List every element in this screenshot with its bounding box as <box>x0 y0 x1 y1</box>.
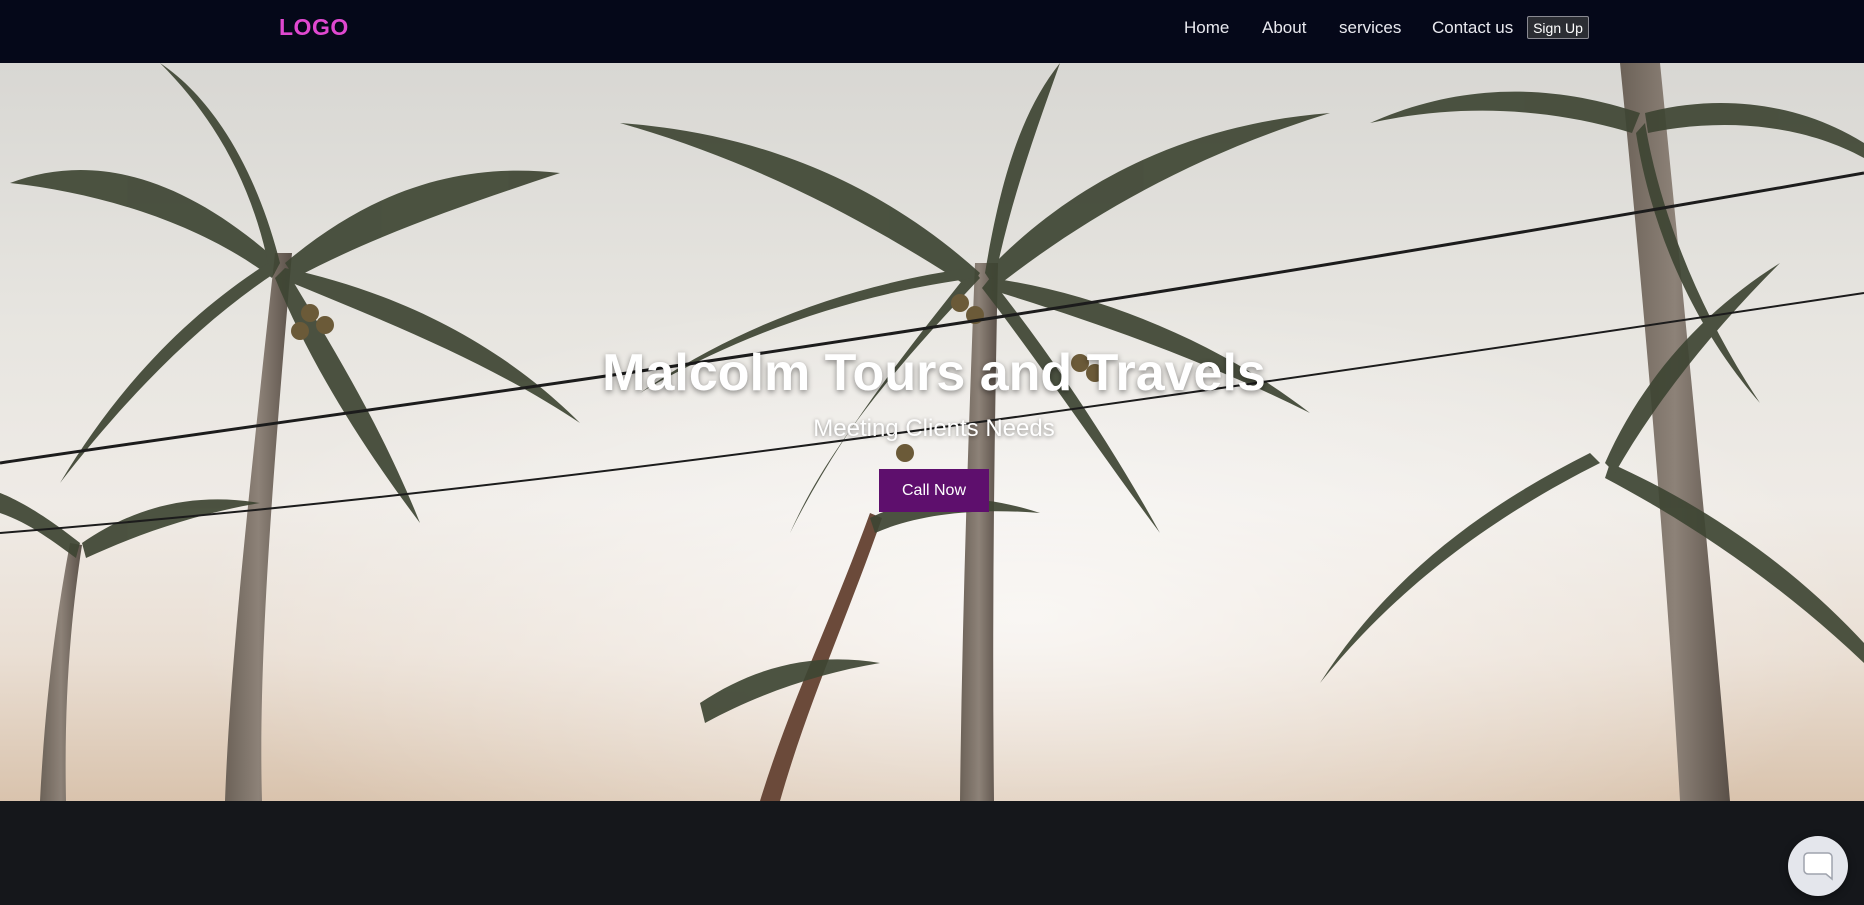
signup-button[interactable]: Sign Up <box>1527 16 1589 39</box>
nav-link-about[interactable]: About <box>1262 18 1306 38</box>
hero-title: Malcolm Tours and Travels <box>602 344 1266 402</box>
nav-link-home[interactable]: Home <box>1184 18 1229 38</box>
navbar: LOGO Home About services Contact us Sign… <box>0 0 1864 63</box>
bottom-section <box>0 801 1864 905</box>
nav-link-contact[interactable]: Contact us <box>1432 18 1513 38</box>
hero-section: Malcolm Tours and Travels Meeting Client… <box>0 63 1864 801</box>
chat-widget-button[interactable] <box>1788 836 1848 896</box>
nav-link-services[interactable]: services <box>1339 18 1401 38</box>
hero-subtitle: Meeting Clients Needs <box>813 415 1055 442</box>
chat-bubble-icon <box>1803 852 1833 881</box>
call-now-button[interactable]: Call Now <box>879 469 989 512</box>
